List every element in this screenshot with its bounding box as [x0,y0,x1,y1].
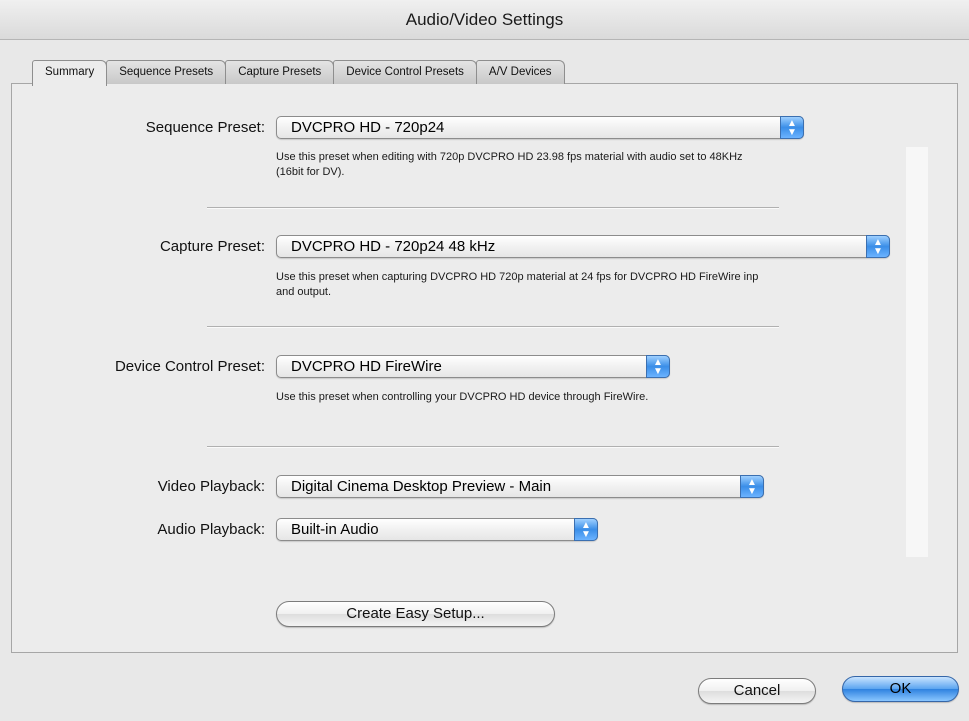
audio-playback-value: Built-in Audio [291,521,379,538]
create-easy-setup-button[interactable]: Create Easy Setup... [276,601,555,627]
tab-bar: Summary Sequence Presets Capture Presets… [32,60,565,86]
audio-video-settings-window: Audio/Video Settings Summary Sequence Pr… [0,0,969,721]
updown-arrows-icon: ▲ ▼ [574,518,598,541]
capture-preset-label: Capture Preset: [159,238,265,255]
tab-device-control-presets[interactable]: Device Control Presets [333,60,477,84]
device-control-preset-label: Device Control Preset: [114,358,265,375]
sequence-preset-value: DVCPRO HD - 720p24 [291,119,445,136]
separator [207,326,779,328]
device-control-preset-row: Device Control Preset: DVCPRO HD FireWir… [60,355,670,378]
sequence-preset-description: Use this preset when editing with 720p D… [276,150,743,180]
tab-summary[interactable]: Summary [32,60,108,86]
capture-preset-description: Use this preset when capturing DVCPRO HD… [276,270,758,300]
device-control-preset-description-line1: Use this preset when controlling your DV… [276,391,649,403]
tab-av-devices[interactable]: A/V Devices [475,60,565,84]
sequence-preset-popup[interactable]: DVCPRO HD - 720p24 ▲ ▼ [276,116,804,139]
cancel-button[interactable]: Cancel [698,678,816,704]
video-playback-label: Video Playback: [157,478,265,495]
capture-preset-value: DVCPRO HD - 720p24 48 kHz [291,238,496,255]
audio-playback-label: Audio Playback: [157,521,265,538]
audio-playback-row: Audio Playback: Built-in Audio ▲ ▼ [60,518,598,541]
updown-arrows-icon: ▲ ▼ [780,116,804,139]
sequence-preset-label: Sequence Preset: [145,119,265,136]
separator [207,207,779,209]
sequence-preset-row: Sequence Preset: DVCPRO HD - 720p24 ▲ ▼ [60,116,804,139]
video-playback-row: Video Playback: Digital Cinema Desktop P… [60,475,764,498]
tab-sequence-presets[interactable]: Sequence Presets [106,60,227,84]
device-control-preset-description: Use this preset when controlling your DV… [276,390,648,405]
sequence-preset-description-line1: Use this preset when editing with 720p D… [276,151,743,163]
capture-preset-description-line1: Use this preset when capturing DVCPRO HD… [276,271,759,283]
video-playback-popup[interactable]: Digital Cinema Desktop Preview - Main ▲ ▼ [276,475,764,498]
title-bar: Audio/Video Settings [0,0,969,40]
updown-arrows-icon: ▲ ▼ [646,355,670,378]
audio-playback-popup[interactable]: Built-in Audio ▲ ▼ [276,518,598,541]
window-title: Audio/Video Settings [405,10,564,29]
updown-arrows-icon: ▲ ▼ [740,475,764,498]
device-control-preset-popup[interactable]: DVCPRO HD FireWire ▲ ▼ [276,355,670,378]
scrollbar[interactable] [906,147,928,557]
video-playback-value: Digital Cinema Desktop Preview - Main [291,478,552,495]
device-control-preset-value: DVCPRO HD FireWire [291,358,442,375]
capture-preset-popup[interactable]: DVCPRO HD - 720p24 48 kHz ▲ ▼ [276,235,890,258]
ok-button[interactable]: OK [842,676,959,702]
sequence-preset-description-line2: (16bit for DV). [276,166,345,178]
separator [207,446,779,448]
updown-arrows-icon: ▲ ▼ [866,235,890,258]
capture-preset-row: Capture Preset: DVCPRO HD - 720p24 48 kH… [60,235,890,258]
capture-preset-description-line2: and output. [276,286,332,298]
tab-capture-presets[interactable]: Capture Presets [225,60,335,84]
